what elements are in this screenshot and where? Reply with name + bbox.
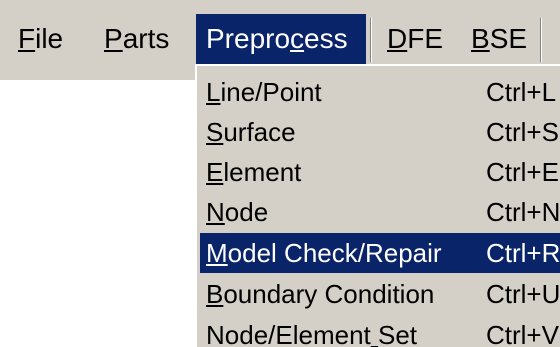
menu-separator [540, 18, 542, 62]
menu-item-label: Surface [206, 112, 296, 152]
menu-item-node[interactable]: Node Ctrl+N [200, 192, 560, 232]
menu-item-text: odel Check/Repair [227, 238, 442, 268]
menu-item-shortcut: Ctrl+L [486, 77, 557, 107]
menu-bse[interactable]: BSE [461, 14, 537, 64]
menu-item-shortcut: Ctrl+E [486, 157, 559, 187]
menu-item-mnemonic: E [206, 157, 224, 187]
menu-file-mnemonic: F [18, 23, 36, 54]
menu-item-text: urface [223, 117, 296, 147]
menu-item-text: ine/Point [220, 77, 322, 107]
menu-item-label: Element [206, 152, 301, 192]
menu-item-label: Boundary Condition [206, 274, 434, 314]
menu-dfe-label: FE [407, 23, 444, 54]
menu-item-model-check-repair[interactable]: Model Check/Repair Ctrl+R [200, 233, 560, 273]
menu-item-element[interactable]: Element Ctrl+E [200, 152, 560, 192]
application-window: File Parts Preprocess DFE BSE Line/Point… [0, 0, 560, 347]
menu-item-mnemonic: N [206, 197, 225, 227]
menu-bse-mnemonic: B [471, 23, 490, 54]
menu-item-label: Node/Element Set [206, 315, 417, 347]
menu-file[interactable]: File [8, 14, 73, 64]
menu-parts-mnemonic: P [104, 23, 123, 54]
preprocess-dropdown-menu: Line/Point Ctrl+L Surface Ctrl+S Element… [195, 64, 560, 347]
menu-item-shortcut: Ctrl+V [486, 320, 559, 347]
menu-item-line-point[interactable]: Line/Point Ctrl+L [200, 72, 560, 112]
menu-dfe[interactable]: DFE [377, 14, 453, 64]
menu-item-surface[interactable]: Surface Ctrl+S [200, 112, 560, 152]
menu-item-text: oundary Condition [223, 279, 435, 309]
menu-item-shortcut: Ctrl+S [486, 117, 559, 147]
menu-item-label: Node [206, 192, 268, 232]
menu-item-mnemonic: B [206, 279, 224, 309]
menu-item-text: Set [378, 320, 418, 347]
menu-item-mnemonic [371, 320, 378, 347]
menu-item-shortcut: Ctrl+U [486, 279, 560, 309]
menu-bse-label: SE [489, 23, 528, 54]
menu-item-text: lement [223, 157, 302, 187]
menu-item-boundary-condition[interactable]: Boundary Condition Ctrl+U [200, 274, 560, 314]
menu-file-label: ile [35, 23, 64, 54]
menu-item-label: Line/Point [206, 72, 322, 112]
menu-preprocess[interactable]: Preprocess [196, 14, 366, 64]
menu-item-mnemonic: L [206, 77, 221, 107]
menu-preprocess-label-start: Prepro [206, 23, 291, 54]
menu-separator [370, 18, 372, 62]
menu-parts[interactable]: Parts [94, 14, 179, 64]
menu-preprocess-label-end: ess [304, 23, 348, 54]
menu-item-shortcut: Ctrl+R [486, 238, 560, 268]
menu-item-shortcut: Ctrl+N [486, 197, 560, 227]
menu-item-mnemonic: S [206, 117, 224, 147]
menu-item-label: Model Check/Repair [206, 233, 442, 273]
menu-dfe-mnemonic: D [387, 23, 408, 54]
menu-item-node-element-set[interactable]: Node/Element Set Ctrl+V [200, 315, 560, 347]
menu-item-text: ode [224, 197, 269, 227]
menu-parts-label: arts [122, 23, 170, 54]
menu-item-mnemonic: M [206, 238, 228, 268]
menu-item-text-start: Node/Element [206, 320, 371, 347]
menu-preprocess-mnemonic: c [290, 23, 305, 54]
